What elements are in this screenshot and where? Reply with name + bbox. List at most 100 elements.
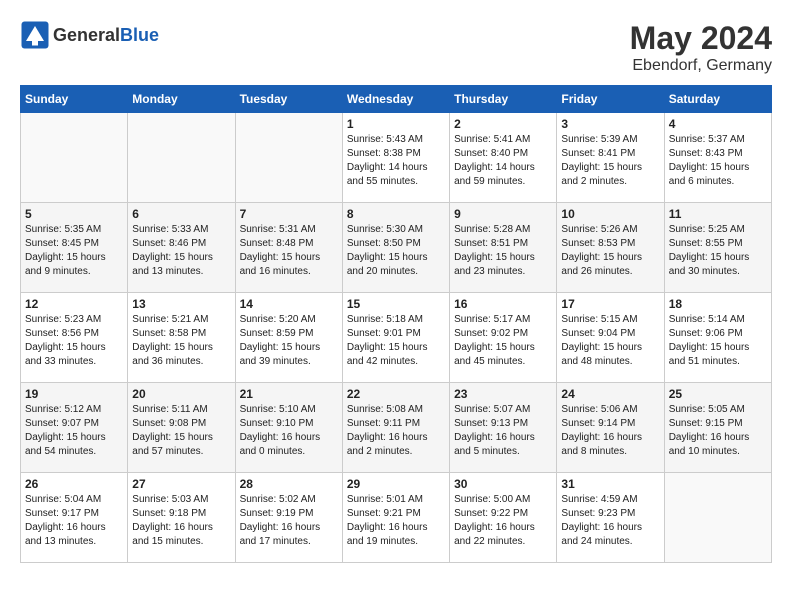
day-info: Sunrise: 5:33 AMSunset: 8:46 PMDaylight:… xyxy=(132,223,230,279)
calendar-cell: 15Sunrise: 5:18 AMSunset: 9:01 PMDayligh… xyxy=(342,293,449,383)
weekday-header-row: SundayMondayTuesdayWednesdayThursdayFrid… xyxy=(21,86,772,113)
calendar-body: 1Sunrise: 5:43 AMSunset: 8:38 PMDaylight… xyxy=(21,113,772,563)
day-info: Sunrise: 4:59 AMSunset: 9:23 PMDaylight:… xyxy=(561,493,659,549)
calendar-cell: 12 Sunrise: 5:23 AMSunset: 8:56 PMDayligh… xyxy=(21,293,128,383)
day-info: Sunrise: 5:14 AMSunset: 9:06 PMDaylight:… xyxy=(669,313,767,369)
day-number: 12 xyxy=(25,297,123,311)
calendar-cell: 19 Sunrise: 5:12 AMSunset: 9:07 PMDayligh… xyxy=(21,383,128,473)
calendar-cell xyxy=(235,113,342,203)
day-info: Sunrise: 5:30 AMSunset: 8:50 PMDaylight:… xyxy=(347,223,445,279)
day-number: 14 xyxy=(240,297,338,311)
day-info: Sunrise: 5:03 AMSunset: 9:18 PMDaylight:… xyxy=(132,493,230,549)
day-info: Sunrise: 5:01 AMSunset: 9:21 PMDaylight:… xyxy=(347,493,445,549)
calendar-cell xyxy=(128,113,235,203)
day-info: Sunrise: 5:07 AMSunset: 9:13 PMDaylight:… xyxy=(454,403,552,459)
day-number: 29 xyxy=(347,477,445,491)
day-info: Sunrise: 5:25 AMSunset: 8:55 PMDaylight:… xyxy=(669,223,767,279)
day-number: 8 xyxy=(347,207,445,221)
calendar-cell: 23 Sunrise: 5:07 AMSunset: 9:13 PMDayligh… xyxy=(450,383,557,473)
calendar-month-year: May 2024 xyxy=(630,20,772,57)
calendar-cell: 7 Sunrise: 5:31 AMSunset: 8:48 PMDaylight… xyxy=(235,203,342,293)
day-number: 11 xyxy=(669,207,767,221)
day-info: Sunrise: 5:20 AMSunset: 8:59 PMDaylight:… xyxy=(240,313,338,369)
day-number: 4 xyxy=(669,117,767,131)
calendar-cell: 1Sunrise: 5:43 AMSunset: 8:38 PMDaylight… xyxy=(342,113,449,203)
calendar-cell: 9 Sunrise: 5:28 AMSunset: 8:51 PMDaylight… xyxy=(450,203,557,293)
weekday-header-monday: Monday xyxy=(128,86,235,113)
day-info: Sunrise: 5:11 AMSunset: 9:08 PMDaylight:… xyxy=(132,403,230,459)
calendar-cell: 8 Sunrise: 5:30 AMSunset: 8:50 PMDaylight… xyxy=(342,203,449,293)
calendar-cell: 3Sunrise: 5:39 AMSunset: 8:41 PMDaylight… xyxy=(557,113,664,203)
day-info: Sunrise: 5:31 AMSunset: 8:48 PMDaylight:… xyxy=(240,223,338,279)
day-info: Sunrise: 5:26 AMSunset: 8:53 PMDaylight:… xyxy=(561,223,659,279)
day-number: 17 xyxy=(561,297,659,311)
day-number: 9 xyxy=(454,207,552,221)
day-info: Sunrise: 5:21 AMSunset: 8:58 PMDaylight:… xyxy=(132,313,230,369)
calendar-cell xyxy=(664,473,771,563)
calendar-cell: 24Sunrise: 5:06 AMSunset: 9:14 PMDayligh… xyxy=(557,383,664,473)
calendar-location: Ebendorf, Germany xyxy=(630,57,772,75)
calendar-cell: 13 Sunrise: 5:21 AMSunset: 8:58 PMDayligh… xyxy=(128,293,235,383)
day-number: 10 xyxy=(561,207,659,221)
day-info: Sunrise: 5:02 AMSunset: 9:19 PMDaylight:… xyxy=(240,493,338,549)
day-info: Sunrise: 5:41 AMSunset: 8:40 PMDaylight:… xyxy=(454,133,552,189)
day-number: 23 xyxy=(454,387,552,401)
day-info: Sunrise: 5:23 AMSunset: 8:56 PMDaylight:… xyxy=(25,313,123,369)
day-number: 30 xyxy=(454,477,552,491)
calendar-cell: 2 Sunrise: 5:41 AMSunset: 8:40 PMDaylight… xyxy=(450,113,557,203)
weekday-header-tuesday: Tuesday xyxy=(235,86,342,113)
day-number: 19 xyxy=(25,387,123,401)
day-info: Sunrise: 5:12 AMSunset: 9:07 PMDaylight:… xyxy=(25,403,123,459)
calendar-cell: 29 Sunrise: 5:01 AMSunset: 9:21 PMDayligh… xyxy=(342,473,449,563)
day-number: 20 xyxy=(132,387,230,401)
calendar-title-block: May 2024 Ebendorf, Germany xyxy=(630,20,772,75)
day-info: Sunrise: 5:06 AMSunset: 9:14 PMDaylight:… xyxy=(561,403,659,459)
day-info: Sunrise: 5:43 AMSunset: 8:38 PMDaylight:… xyxy=(347,133,445,189)
day-info: Sunrise: 5:04 AMSunset: 9:17 PMDaylight:… xyxy=(25,493,123,549)
calendar-cell: 6 Sunrise: 5:33 AMSunset: 8:46 PMDaylight… xyxy=(128,203,235,293)
day-number: 2 xyxy=(454,117,552,131)
day-info: Sunrise: 5:28 AMSunset: 8:51 PMDaylight:… xyxy=(454,223,552,279)
logo: GeneralBlue xyxy=(20,20,159,50)
calendar-cell xyxy=(21,113,128,203)
day-number: 27 xyxy=(132,477,230,491)
day-number: 13 xyxy=(132,297,230,311)
day-info: Sunrise: 5:15 AMSunset: 9:04 PMDaylight:… xyxy=(561,313,659,369)
calendar-cell: 22Sunrise: 5:08 AMSunset: 9:11 PMDayligh… xyxy=(342,383,449,473)
weekday-header-sunday: Sunday xyxy=(21,86,128,113)
day-number: 6 xyxy=(132,207,230,221)
weekday-header-saturday: Saturday xyxy=(664,86,771,113)
calendar-table: SundayMondayTuesdayWednesdayThursdayFrid… xyxy=(20,85,772,563)
calendar-cell: 27 Sunrise: 5:03 AMSunset: 9:18 PMDayligh… xyxy=(128,473,235,563)
logo-general-text: General xyxy=(53,25,120,45)
day-number: 26 xyxy=(25,477,123,491)
week-row-4: 19 Sunrise: 5:12 AMSunset: 9:07 PMDayligh… xyxy=(21,383,772,473)
calendar-cell: 28Sunrise: 5:02 AMSunset: 9:19 PMDayligh… xyxy=(235,473,342,563)
day-number: 16 xyxy=(454,297,552,311)
day-info: Sunrise: 5:37 AMSunset: 8:43 PMDaylight:… xyxy=(669,133,767,189)
calendar-cell: 17 Sunrise: 5:15 AMSunset: 9:04 PMDayligh… xyxy=(557,293,664,383)
day-number: 18 xyxy=(669,297,767,311)
weekday-header-friday: Friday xyxy=(557,86,664,113)
calendar-cell: 31Sunrise: 4:59 AMSunset: 9:23 PMDayligh… xyxy=(557,473,664,563)
calendar-cell: 11 Sunrise: 5:25 AMSunset: 8:55 PMDayligh… xyxy=(664,203,771,293)
day-info: Sunrise: 5:08 AMSunset: 9:11 PMDaylight:… xyxy=(347,403,445,459)
calendar-cell: 21 Sunrise: 5:10 AMSunset: 9:10 PMDayligh… xyxy=(235,383,342,473)
day-number: 7 xyxy=(240,207,338,221)
weekday-header-thursday: Thursday xyxy=(450,86,557,113)
week-row-2: 5Sunrise: 5:35 AMSunset: 8:45 PMDaylight… xyxy=(21,203,772,293)
calendar-cell: 20 Sunrise: 5:11 AMSunset: 9:08 PMDayligh… xyxy=(128,383,235,473)
day-number: 25 xyxy=(669,387,767,401)
day-number: 21 xyxy=(240,387,338,401)
day-info: Sunrise: 5:39 AMSunset: 8:41 PMDaylight:… xyxy=(561,133,659,189)
calendar-cell: 16Sunrise: 5:17 AMSunset: 9:02 PMDayligh… xyxy=(450,293,557,383)
day-info: Sunrise: 5:18 AMSunset: 9:01 PMDaylight:… xyxy=(347,313,445,369)
calendar-cell: 5Sunrise: 5:35 AMSunset: 8:45 PMDaylight… xyxy=(21,203,128,293)
weekday-header-wednesday: Wednesday xyxy=(342,86,449,113)
day-info: Sunrise: 5:05 AMSunset: 9:15 PMDaylight:… xyxy=(669,403,767,459)
week-row-3: 12 Sunrise: 5:23 AMSunset: 8:56 PMDayligh… xyxy=(21,293,772,383)
calendar-cell: 30Sunrise: 5:00 AMSunset: 9:22 PMDayligh… xyxy=(450,473,557,563)
calendar-cell: 26 Sunrise: 5:04 AMSunset: 9:17 PMDayligh… xyxy=(21,473,128,563)
logo-icon xyxy=(20,20,50,50)
day-info: Sunrise: 5:10 AMSunset: 9:10 PMDaylight:… xyxy=(240,403,338,459)
